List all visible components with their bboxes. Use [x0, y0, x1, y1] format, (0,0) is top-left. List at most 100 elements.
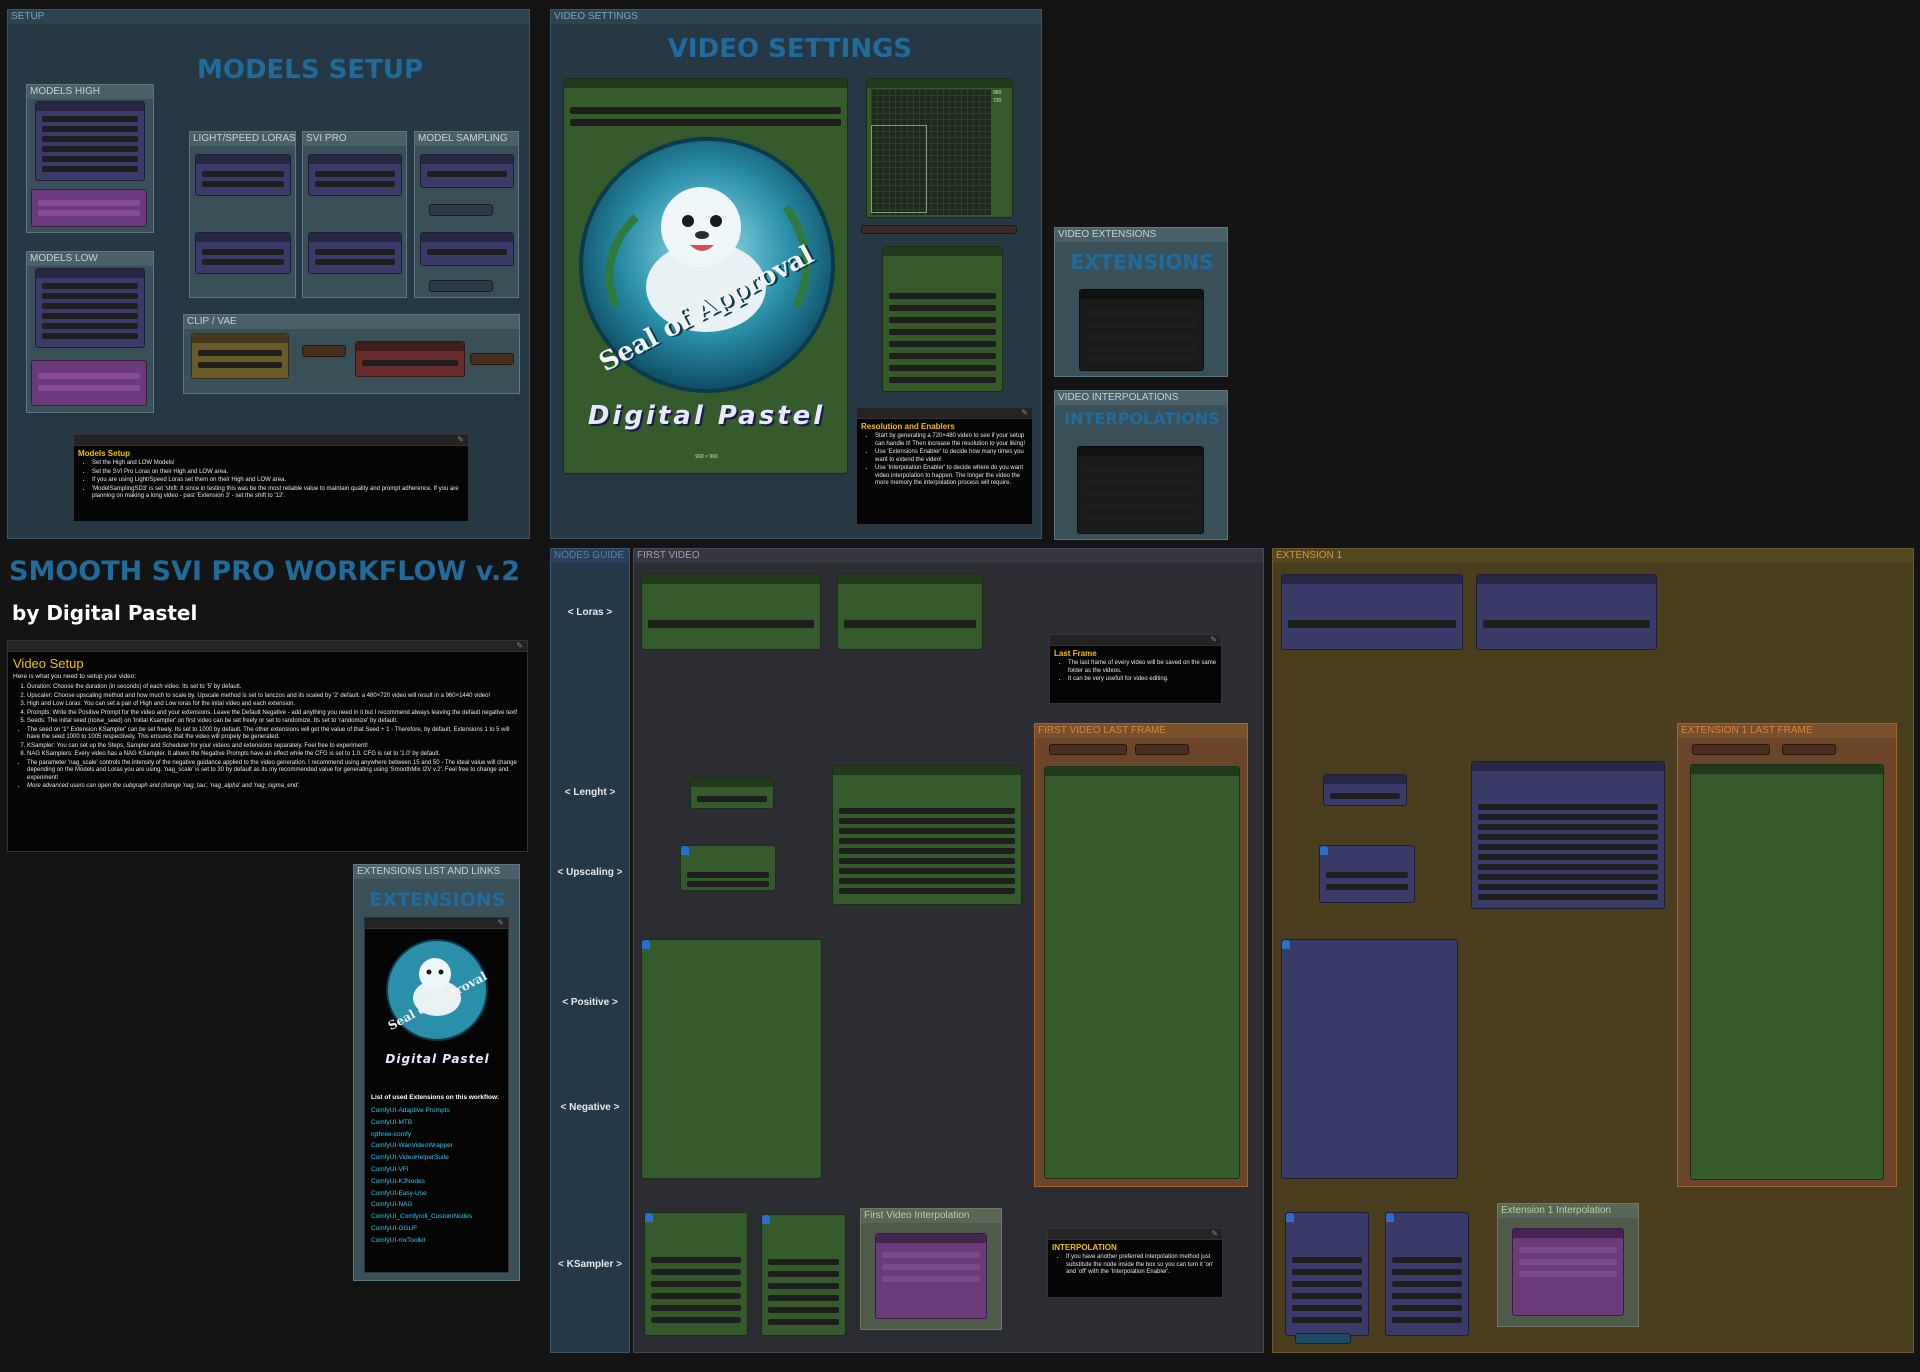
- models-high-group[interactable]: MODELS HIGH: [26, 84, 154, 233]
- nag-ksampler-node[interactable]: [761, 1214, 846, 1336]
- resolution-canvas-node[interactable]: 960 720: [866, 78, 1013, 218]
- lora-node[interactable]: [308, 232, 402, 274]
- extensions-list-group[interactable]: EXTENSIONS LIST AND LINKS EXTENSIONS ✎ S…: [353, 864, 520, 1281]
- positive-prompt-node[interactable]: [1281, 939, 1458, 1179]
- first-video-last-frame-group[interactable]: FIRST VIDEO LAST FRAME: [1034, 723, 1248, 1187]
- guide-label-length: < Lenght >: [564, 787, 616, 798]
- reroute-node[interactable]: [1692, 744, 1770, 755]
- upscale-node[interactable]: [1319, 845, 1415, 903]
- video-extensions-group[interactable]: VIDEO EXTENSIONS EXTENSIONS: [1054, 227, 1228, 377]
- clip-vae-group[interactable]: CLIP / VAE: [183, 314, 520, 394]
- reroute-node[interactable]: [302, 345, 346, 357]
- lora-node[interactable]: [308, 154, 402, 196]
- note-item: Seeds: The inital seed (noise_seed) on '…: [27, 718, 522, 726]
- note-item: 'ModelSamplingSD3' is set 'shift: 8 sinc…: [92, 486, 464, 501]
- edit-icon[interactable]: ✎: [516, 641, 523, 651]
- last-frame-preview-node[interactable]: [1690, 764, 1884, 1180]
- interpolations-heading: INTERPOLATIONS: [1064, 409, 1220, 428]
- group-title: MODELS LOW: [27, 252, 153, 266]
- interpolation-node[interactable]: [875, 1233, 987, 1319]
- nag-ksampler-node[interactable]: [1385, 1212, 1469, 1336]
- model-sampling-node[interactable]: [420, 232, 514, 266]
- settings-node[interactable]: [832, 765, 1022, 905]
- reroute-node[interactable]: [429, 280, 493, 292]
- vae-loader-node[interactable]: [355, 341, 465, 377]
- extension-ksampler-node[interactable]: [1285, 1212, 1369, 1336]
- extension-link[interactable]: ComfyUI_Comfyroll_CustomNodes: [371, 1211, 505, 1223]
- extension-1-last-frame-group[interactable]: EXTENSION 1 LAST FRAME: [1677, 723, 1897, 1187]
- readout-width: 960: [993, 90, 1002, 96]
- last-frame-note: ✎ Last Frame The last frame of every vid…: [1049, 634, 1222, 704]
- reroute-node[interactable]: [470, 353, 514, 365]
- last-frame-preview-node[interactable]: [1044, 766, 1240, 1179]
- edit-icon[interactable]: ✎: [457, 435, 464, 445]
- upscaler-node[interactable]: [882, 246, 1003, 392]
- reroute-node[interactable]: [1049, 744, 1127, 755]
- upscale-node[interactable]: [680, 845, 776, 891]
- edit-icon[interactable]: ✎: [1021, 408, 1028, 418]
- lora-low-node[interactable]: [837, 574, 983, 650]
- extension-link[interactable]: ComfyUI-GGUF: [371, 1223, 505, 1235]
- extension-link[interactable]: ComfyUI-Adaptive Prompts: [371, 1105, 505, 1117]
- reroute-node[interactable]: [429, 204, 493, 216]
- nodes-guide-group[interactable]: NODES GUIDE < Loras > < Lenght > < Upsca…: [550, 548, 630, 1353]
- extension-link[interactable]: ComfyUI-Easy-Use: [371, 1188, 505, 1200]
- note-item: KSampler: You can set up the Steps, Samp…: [27, 743, 522, 751]
- lora-low-node[interactable]: [1476, 574, 1657, 650]
- light-speed-loras-group[interactable]: LIGHT/SPEED LORAS: [189, 131, 296, 298]
- lora-loader-node[interactable]: [31, 189, 147, 227]
- extension-link[interactable]: ComfyUI-WanVideoWrapper: [371, 1140, 505, 1152]
- initial-ksampler-node[interactable]: [644, 1212, 748, 1336]
- extension-link[interactable]: ComfyUI-VideoHelperSuite: [371, 1152, 505, 1164]
- extension-link[interactable]: ComfyUI-mxToolkit: [371, 1235, 505, 1247]
- extensions-list-note: ✎ Seal of Approval Digital Pastel List o…: [364, 917, 509, 1273]
- video-interpolations-group[interactable]: VIDEO INTERPOLATIONS INTERPOLATIONS: [1054, 390, 1228, 540]
- model-loader-node[interactable]: [35, 268, 145, 348]
- extensions-list-heading: EXTENSIONS: [369, 889, 506, 911]
- edit-icon[interactable]: ✎: [1211, 1229, 1218, 1239]
- workflow-byline: by Digital Pastel: [12, 601, 198, 625]
- positive-prompt-node[interactable]: [641, 939, 822, 1179]
- extension-link[interactable]: ComfyUI-NAG: [371, 1199, 505, 1211]
- extension-link[interactable]: ComfyUI-KJNodes: [371, 1176, 505, 1188]
- note-item: The last frame of every video will be sa…: [1068, 660, 1217, 675]
- extensions-enabler-bar[interactable]: [861, 225, 1017, 234]
- lora-node[interactable]: [195, 154, 291, 196]
- models-low-group[interactable]: MODELS LOW: [26, 251, 154, 413]
- logo-brand: Digital Pastel: [587, 401, 826, 431]
- extension-link[interactable]: ComfyUI-VFI: [371, 1164, 505, 1176]
- note-item: Set the SVI Pro Loras on their High and …: [92, 469, 464, 477]
- edit-icon[interactable]: ✎: [497, 918, 504, 928]
- lora-high-node[interactable]: [641, 574, 821, 650]
- extension-1-interpolation-group[interactable]: Extension 1 Interpolation: [1497, 1203, 1639, 1327]
- group-title: SETUP: [8, 10, 529, 24]
- seed-reroute-node[interactable]: [1295, 1333, 1351, 1344]
- lora-loader-node[interactable]: [31, 360, 147, 406]
- group-title: Extension 1 Interpolation: [1498, 1204, 1638, 1218]
- models-setup-heading: MODELS SETUP: [196, 55, 424, 85]
- extension-link[interactable]: ComfyUI-MTB: [371, 1117, 505, 1129]
- first-video-interpolation-group[interactable]: First Video Interpolation: [860, 1208, 1002, 1330]
- edit-icon[interactable]: ✎: [1210, 635, 1217, 645]
- video-setup-note: ✎ Video Setup Here is what you need to s…: [7, 640, 528, 852]
- clip-loader-node[interactable]: [191, 333, 289, 379]
- extensions-enabler-node[interactable]: [1079, 289, 1204, 371]
- load-image-node[interactable]: Seal of Approval Digital Pastel 960 × 96…: [563, 78, 848, 474]
- reroute-node[interactable]: [1782, 744, 1836, 755]
- group-title: VIDEO SETTINGS: [551, 10, 1041, 24]
- lora-high-node[interactable]: [1281, 574, 1463, 650]
- note-item: Prompts: Write the Positive Prompt for t…: [27, 710, 522, 718]
- model-loader-node[interactable]: [35, 101, 145, 181]
- svi-pro-group[interactable]: SVI PRO: [302, 131, 407, 298]
- length-node[interactable]: [690, 777, 774, 809]
- lora-node[interactable]: [195, 232, 291, 274]
- reroute-node[interactable]: [1135, 744, 1189, 755]
- interpolation-enabler-node[interactable]: [1077, 446, 1204, 534]
- length-node[interactable]: [1323, 774, 1407, 806]
- extension-link[interactable]: rgthree-comfy: [371, 1129, 505, 1141]
- resolution-note: ✎ Resolution and Enablers Start by gener…: [856, 407, 1033, 525]
- model-sampling-group[interactable]: MODEL SAMPLING: [414, 131, 519, 298]
- interpolation-node[interactable]: [1512, 1228, 1624, 1316]
- model-sampling-node[interactable]: [420, 154, 514, 188]
- settings-node[interactable]: [1471, 761, 1665, 909]
